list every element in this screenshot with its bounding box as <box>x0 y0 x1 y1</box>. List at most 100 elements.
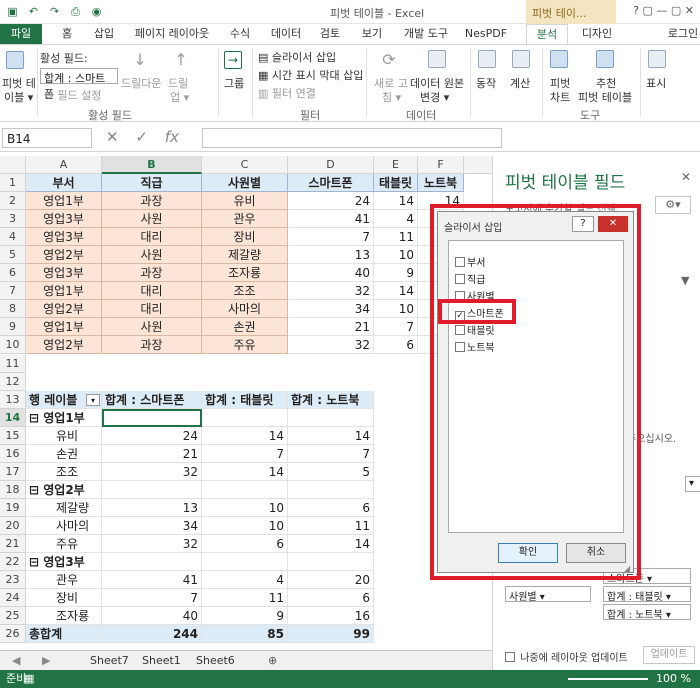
source-data-cell[interactable]: 과장 <box>102 192 202 211</box>
pivot-value-cell[interactable]: 41 <box>102 571 202 590</box>
row-header[interactable]: 18 <box>0 480 26 499</box>
pivot-chart-button-line2[interactable]: 차트 <box>550 89 570 105</box>
pivot-value-cell[interactable]: 6 <box>288 498 374 517</box>
tab-page-layout[interactable]: 페이지 레이아웃 <box>128 24 216 44</box>
pivot-group-row[interactable]: ⊟ 영업1부 <box>26 408 102 427</box>
slicer-field-checkbox[interactable] <box>455 325 465 335</box>
pivot-value-cell[interactable] <box>202 408 288 427</box>
pivot-table-icon[interactable] <box>6 51 24 69</box>
pivot-item-row[interactable]: 조자룡 <box>26 607 102 626</box>
row-header[interactable]: 15 <box>0 426 26 445</box>
drill-up-button-line2[interactable]: 업 ▾ <box>170 89 189 105</box>
formula-input[interactable] <box>202 128 502 148</box>
pivot-value-cell[interactable]: 7 <box>288 444 374 463</box>
sheet-tab-sheet1[interactable]: Sheet1 <box>136 652 187 670</box>
source-data-cell[interactable]: 조조 <box>202 282 288 301</box>
row-header[interactable]: 5 <box>0 246 26 265</box>
values-tablet-dropdown[interactable]: 합계 : 태블릿 ▾ <box>603 586 691 603</box>
pivot-grand-total-cell[interactable]: 99 <box>288 625 374 644</box>
pivot-value-cell[interactable]: 6 <box>288 589 374 608</box>
row-header[interactable]: 7 <box>0 282 26 301</box>
ok-button[interactable]: 확인 <box>498 543 558 563</box>
source-data-cell[interactable]: 14 <box>374 282 418 301</box>
row-header[interactable]: 1 <box>0 174 26 192</box>
slicer-field-checkbox[interactable] <box>455 257 465 267</box>
slicer-field-checkbox[interactable] <box>455 342 465 352</box>
row-area-dropdown[interactable]: ▾ <box>685 476 700 492</box>
tab-view[interactable]: 보기 <box>354 24 390 44</box>
source-data-cell[interactable]: 4 <box>374 210 418 229</box>
row-header[interactable]: 8 <box>0 300 26 319</box>
tab-review[interactable]: 검토 <box>312 24 348 44</box>
pivot-value-cell[interactable]: 9 <box>202 607 288 626</box>
slicer-field-item[interactable]: 직급 <box>455 274 485 288</box>
pivot-value-cell[interactable]: 14 <box>288 535 374 553</box>
pivot-item-row[interactable]: 유비 <box>26 426 102 445</box>
source-data-cell[interactable]: 7 <box>288 228 374 247</box>
source-header-cell[interactable]: 노트북 <box>418 174 464 192</box>
pivot-value-cell[interactable]: 40 <box>102 607 202 626</box>
source-data-cell[interactable]: 32 <box>288 336 374 355</box>
pivot-item-row[interactable]: 주유 <box>26 535 102 553</box>
source-header-cell[interactable]: 태블릿 <box>374 174 418 192</box>
next-sheet-icon[interactable]: ▶ <box>36 652 56 670</box>
source-data-cell[interactable]: 대리 <box>102 300 202 319</box>
pivot-item-row[interactable]: 사마의 <box>26 516 102 535</box>
slicer-field-checkbox[interactable] <box>455 274 465 284</box>
pivot-item-row[interactable]: 장비 <box>26 589 102 608</box>
source-header-cell[interactable]: 사원별 <box>202 174 288 192</box>
row-header[interactable]: 23 <box>0 571 26 590</box>
source-data-cell[interactable]: 사마의 <box>202 300 288 319</box>
tab-file[interactable]: 파일 <box>0 24 42 44</box>
column-header-d[interactable]: D <box>288 156 374 174</box>
source-data-cell[interactable]: 주유 <box>202 336 288 355</box>
source-data-cell[interactable]: 7 <box>374 318 418 337</box>
pivot-group-row[interactable]: ⊟ 영업3부 <box>26 553 102 572</box>
pivot-grand-total-cell[interactable]: 244 <box>102 625 202 644</box>
pivot-value-cell[interactable]: 4 <box>202 571 288 590</box>
pivot-grand-total-cell[interactable]: 85 <box>202 625 288 644</box>
row-header[interactable]: 3 <box>0 210 26 229</box>
source-data-cell[interactable]: 32 <box>288 282 374 301</box>
source-data-cell[interactable]: 대리 <box>102 282 202 301</box>
tab-design[interactable]: 디자인 <box>574 24 620 44</box>
pivot-value-cell[interactable] <box>288 553 374 572</box>
refresh-button-line2[interactable]: 침 ▾ <box>382 89 401 105</box>
source-data-cell[interactable]: 영업3부 <box>26 264 102 283</box>
source-data-cell[interactable]: 조자룡 <box>202 264 288 283</box>
row-header[interactable]: 6 <box>0 264 26 283</box>
row-header[interactable]: 17 <box>0 462 26 481</box>
pivot-table-button-line2[interactable]: 이블 ▾ <box>4 89 33 105</box>
row-header[interactable]: 16 <box>0 444 26 463</box>
pivot-value-header[interactable]: 합계 : 노트북 <box>288 390 374 409</box>
row-header[interactable]: 14 <box>0 408 26 427</box>
pivot-item-row[interactable]: 손권 <box>26 444 102 463</box>
defer-update-check[interactable] <box>505 652 515 662</box>
source-data-cell[interactable]: 9 <box>374 264 418 283</box>
row-header[interactable]: 20 <box>0 516 26 535</box>
window-controls[interactable]: ? ▢ — ▢ ✕ <box>633 4 694 17</box>
pivot-value-cell[interactable] <box>288 480 374 499</box>
source-data-cell[interactable]: 10 <box>374 300 418 319</box>
source-data-cell[interactable]: 관우 <box>202 210 288 229</box>
row-header[interactable]: 26 <box>0 625 26 644</box>
pivot-grand-total-label[interactable]: 총합계 <box>26 625 102 644</box>
update-button[interactable]: 업데이트 <box>643 646 695 664</box>
calculations-button[interactable]: 계산 <box>510 75 530 91</box>
pivot-value-cell[interactable]: 11 <box>202 589 288 608</box>
pivot-value-cell[interactable]: 11 <box>288 516 374 535</box>
sheet-tab-sheet6[interactable]: Sheet6 <box>190 652 241 670</box>
tab-formulas[interactable]: 수식 <box>222 24 258 44</box>
source-data-cell[interactable]: 사원 <box>102 246 202 265</box>
camera-icon[interactable]: ◉ <box>88 3 105 20</box>
source-data-cell[interactable]: 34 <box>288 300 374 319</box>
slicer-field-item[interactable]: 부서 <box>455 257 485 271</box>
slicer-field-item[interactable]: 태블릿 <box>455 325 495 339</box>
pivot-value-header[interactable]: 합계 : 스마트폰 <box>102 390 202 409</box>
source-data-cell[interactable]: 영업3부 <box>26 210 102 229</box>
pivot-value-cell[interactable]: 6 <box>202 535 288 553</box>
actions-button[interactable]: 동작 <box>476 75 496 91</box>
source-data-cell[interactable]: 영업2부 <box>26 336 102 355</box>
dialog-close-button[interactable]: ✕ <box>598 216 628 232</box>
pivot-value-cell[interactable] <box>202 553 288 572</box>
